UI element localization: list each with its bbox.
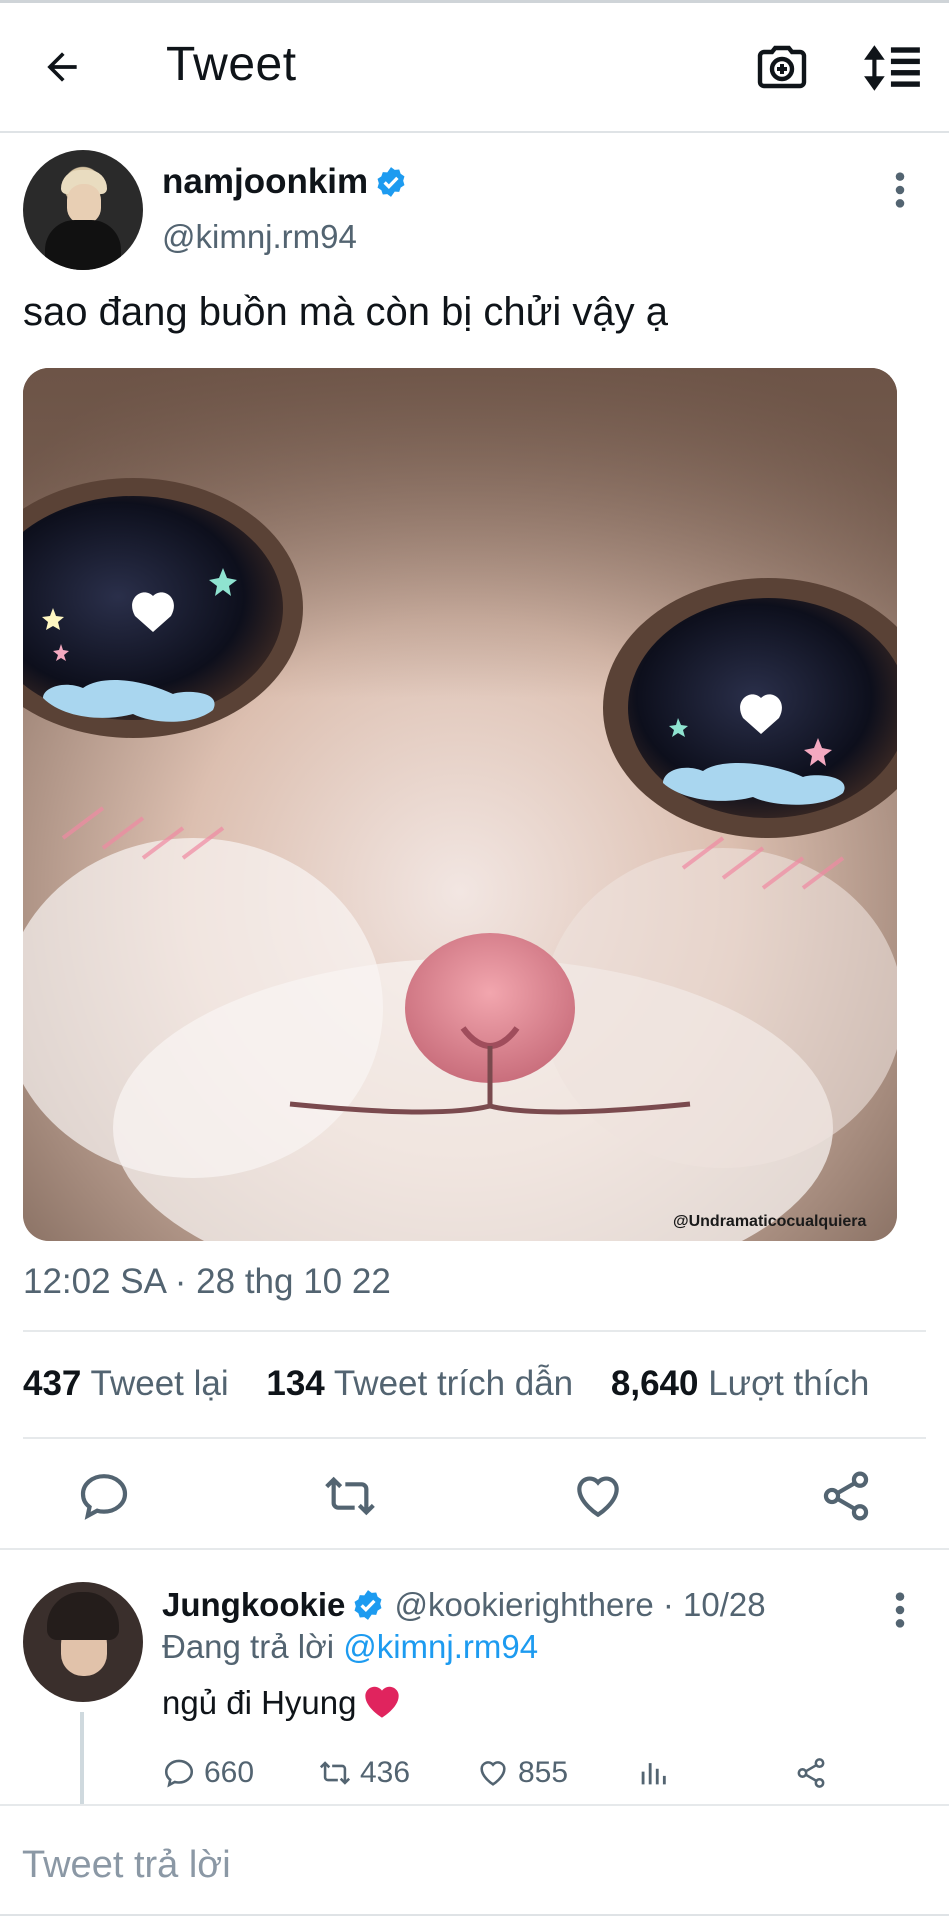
reply-count: 660 (204, 1756, 255, 1789)
reply-like-count: 855 (518, 1756, 569, 1789)
more-options-icon[interactable] (890, 170, 910, 210)
reply-more-options-icon[interactable] (890, 1590, 910, 1630)
retweet-icon (319, 1761, 351, 1785)
verified-badge-icon (354, 1590, 382, 1620)
page-title: Tweet (166, 38, 297, 91)
analytics-icon (641, 1763, 666, 1785)
image-credit: @Undramaticocualquiera (673, 1213, 867, 1230)
tweet-stats: 437 Tweet lại 134 Tweet trích dẫn 8,640 … (23, 1364, 897, 1404)
author-avatar[interactable] (23, 150, 143, 270)
quotes-stat[interactable]: 134 Tweet trích dẫn (266, 1364, 573, 1403)
reply-share-action[interactable] (794, 1752, 836, 1794)
replying-mention-link[interactable]: @kimnj.rm94 (343, 1628, 538, 1665)
share-icon[interactable] (818, 1468, 874, 1524)
avatar-face (67, 184, 101, 224)
retweets-stat[interactable]: 437 Tweet lại (23, 1364, 229, 1403)
retweet-icon[interactable] (322, 1468, 378, 1524)
like-label: Lượt thích (708, 1364, 870, 1403)
reply-icon (164, 1759, 194, 1788)
author-handle[interactable]: @kimnj.rm94 (162, 218, 357, 256)
quote-count: 134 (266, 1364, 325, 1403)
sort-list-icon[interactable] (862, 43, 924, 93)
reply-icon[interactable] (76, 1468, 132, 1524)
crying-cat-illustration: @Undramaticocualquiera (23, 368, 897, 1241)
tweet-timestamp[interactable]: 12:02 SA · 28 thg 10 22 (23, 1262, 391, 1302)
camera-plus-icon[interactable] (756, 43, 808, 93)
replying-to: Đang trả lời @kimnj.rm94 (162, 1628, 538, 1666)
reply-reply-action[interactable]: 660 (162, 1752, 254, 1794)
reply-composer (0, 1806, 949, 1920)
reply-analytics-action[interactable] (636, 1752, 678, 1794)
retweet-label: Tweet lại (90, 1364, 229, 1403)
like-icon (480, 1761, 506, 1786)
reply-text-row: ngủ đi Hyung (162, 1682, 402, 1722)
avatar-shirt (45, 220, 121, 270)
divider (0, 1548, 949, 1550)
tweet-image[interactable]: @Undramaticocualquiera (23, 368, 897, 1241)
divider (23, 1437, 926, 1439)
reply-author-avatar[interactable] (23, 1582, 143, 1702)
reply-input[interactable] (20, 1834, 904, 1896)
thread-connector (80, 1712, 84, 1804)
red-heart-emoji-icon (365, 1686, 400, 1718)
reply-text: ngủ đi Hyung (162, 1684, 357, 1721)
like-icon[interactable] (570, 1468, 626, 1524)
reply-display-name[interactable]: Jungkookie (162, 1586, 345, 1623)
arrow-left-icon[interactable] (40, 45, 84, 89)
verified-badge-icon (377, 167, 405, 197)
likes-stat[interactable]: 8,640 Lượt thích (611, 1364, 870, 1403)
like-count: 8,640 (610, 1364, 699, 1403)
reply-like-action[interactable]: 855 (476, 1752, 568, 1794)
reply-retweet-count: 436 (360, 1756, 411, 1789)
reply-retweet-action[interactable]: 436 (318, 1752, 410, 1794)
divider (23, 1330, 926, 1332)
share-icon (797, 1758, 825, 1788)
bottom-divider (0, 1914, 949, 1916)
app-header: Tweet (0, 3, 949, 133)
reply-author-row[interactable]: Jungkookie @kookierighthere · 10/28 (162, 1586, 766, 1624)
avatar-hair (47, 1592, 119, 1640)
tweet-text: sao đang buồn mà còn bị chửi vậy ạ (23, 290, 668, 334)
author-display-name[interactable]: namjoonkim (162, 162, 368, 201)
retweet-count: 437 (23, 1364, 82, 1403)
replying-prefix: Đang trả lời (162, 1628, 344, 1665)
reply-handle-date[interactable]: @kookierighthere · 10/28 (395, 1586, 766, 1623)
author-name-row[interactable]: namjoonkim (162, 162, 408, 202)
quote-label: Tweet trích dẫn (333, 1364, 574, 1403)
